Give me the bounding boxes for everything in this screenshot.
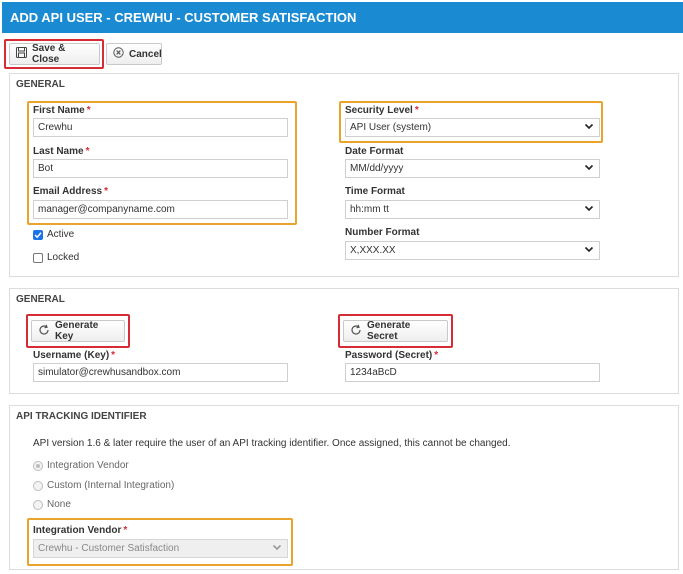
- email-input[interactable]: manager@companyname.com: [33, 200, 288, 219]
- first-name-label: First Name *: [33, 105, 91, 116]
- locked-checkbox-row[interactable]: Locked: [33, 252, 79, 263]
- radio-button[interactable]: [33, 499, 43, 510]
- first-name-input[interactable]: Crewhu: [33, 118, 288, 137]
- date-format-select[interactable]: MM/dd/yyyy: [345, 159, 600, 178]
- cancel-circle-icon: [113, 47, 124, 61]
- chevron-down-icon: [584, 121, 594, 131]
- last-name-label: Last Name *: [33, 146, 90, 157]
- password-input[interactable]: 1234aBcD: [345, 363, 600, 382]
- integration-vendor-select[interactable]: Crewhu - Customer Satisfaction: [33, 539, 288, 558]
- locked-checkbox[interactable]: [33, 252, 43, 263]
- cancel-label: Cancel: [129, 48, 162, 60]
- radio-none[interactable]: None: [33, 499, 71, 510]
- api-tracking-heading: API TRACKING IDENTIFIER: [16, 411, 147, 422]
- cancel-button[interactable]: Cancel: [106, 43, 162, 65]
- floppy-disk-icon: [16, 47, 27, 61]
- generate-key-button[interactable]: Generate Key: [31, 320, 125, 342]
- username-input[interactable]: simulator@crewhusandbox.com: [33, 363, 288, 382]
- date-format-label: Date Format: [345, 146, 404, 157]
- radio-button[interactable]: [33, 460, 43, 471]
- time-format-select[interactable]: hh:mm tt: [345, 200, 600, 219]
- generate-secret-label: Generate Secret: [367, 320, 411, 342]
- api-tracking-description: API version 1.6 & later require the user…: [33, 438, 511, 449]
- radio-custom-integration[interactable]: Custom (Internal Integration): [33, 480, 174, 491]
- generate-secret-button[interactable]: Generate Secret: [343, 320, 448, 342]
- number-format-label: Number Format: [345, 227, 420, 238]
- generate-key-label: Generate Key: [55, 320, 99, 342]
- save-close-label: Save & Close: [32, 43, 66, 65]
- radio-integration-vendor[interactable]: Integration Vendor: [33, 460, 129, 471]
- toolbar: Save & Close Cancel: [0, 36, 683, 70]
- locked-label: Locked: [47, 252, 80, 263]
- chevron-down-icon: [584, 244, 594, 254]
- integration-vendor-label: Integration Vendor *: [33, 525, 128, 536]
- password-label: Password (Secret) *: [345, 350, 439, 361]
- credentials-heading: GENERAL: [16, 294, 65, 305]
- refresh-icon: [350, 324, 362, 339]
- chevron-down-icon: [584, 162, 594, 172]
- time-format-label: Time Format: [345, 186, 405, 197]
- active-checkbox[interactable]: [33, 229, 43, 240]
- email-label: Email Address *: [33, 186, 109, 197]
- security-level-label: Security Level *: [345, 105, 419, 116]
- general-heading: GENERAL: [16, 79, 65, 90]
- chevron-down-icon: [584, 203, 594, 213]
- chevron-down-icon: [272, 542, 282, 552]
- active-label: Active: [47, 229, 75, 240]
- username-label: Username (Key) *: [33, 350, 116, 361]
- number-format-select[interactable]: X,XXX.XX: [345, 241, 600, 260]
- refresh-icon: [38, 324, 50, 339]
- dialog-title: ADD API USER - CREWHU - CUSTOMER SATISFA…: [2, 2, 683, 33]
- last-name-input[interactable]: Bot: [33, 159, 288, 178]
- radio-button[interactable]: [33, 480, 43, 491]
- security-level-select[interactable]: API User (system): [345, 118, 600, 137]
- save-close-button[interactable]: Save & Close: [9, 43, 100, 65]
- active-checkbox-row[interactable]: Active: [33, 229, 74, 240]
